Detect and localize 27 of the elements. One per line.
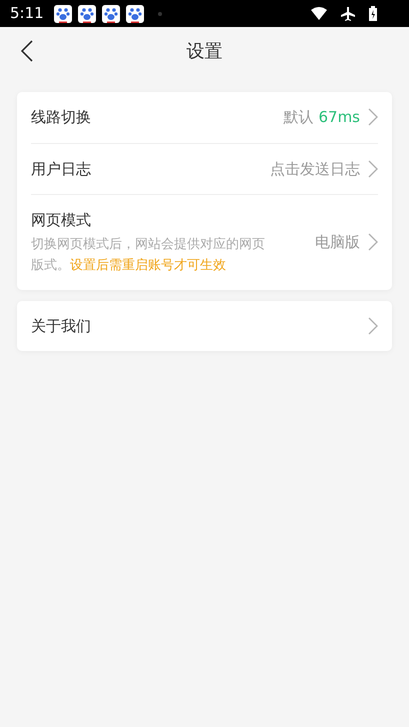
chevron-right-icon	[368, 108, 378, 126]
setting-label: 用户日志	[31, 158, 92, 180]
clock: 5:11	[10, 3, 44, 24]
app-notification-icon	[102, 4, 120, 22]
back-icon	[21, 40, 33, 62]
app-notification-icon	[126, 4, 144, 22]
setting-label: 关于我们	[31, 316, 92, 336]
route-latency: 默认 67ms	[284, 107, 360, 128]
settings-row[interactable]: 关于我们	[31, 300, 378, 351]
setting-value: 点击发送日志	[270, 158, 360, 180]
chevron-right-icon	[368, 160, 378, 178]
app-notification-icon	[78, 4, 96, 22]
setting-description: 切换网页模式后，网站会提供对应的网页版式。设置后需重启账号才可生效	[31, 236, 266, 274]
airplane-icon	[341, 6, 355, 20]
wifi-icon	[311, 7, 327, 20]
setting-label: 网页模式	[31, 210, 92, 231]
chevron-right-icon	[368, 316, 378, 335]
settings-row[interactable]: 用户日志 点击发送日志	[31, 144, 378, 195]
settings-row[interactable]: 网页模式 切换网页模式后，网站会提供对应的网页版式。设置后需重启账号才可生效 电脑版	[31, 195, 378, 290]
dot-icon	[158, 12, 162, 16]
app-notification-icon	[54, 4, 72, 22]
battery-icon	[369, 6, 377, 21]
setting-label: 线路切换	[31, 107, 92, 128]
settings-row[interactable]: 线路切换 默认 67ms	[31, 92, 378, 144]
setting-value: 电脑版	[315, 232, 360, 253]
page-title: 设置	[186, 40, 222, 64]
chevron-right-icon	[368, 233, 378, 252]
